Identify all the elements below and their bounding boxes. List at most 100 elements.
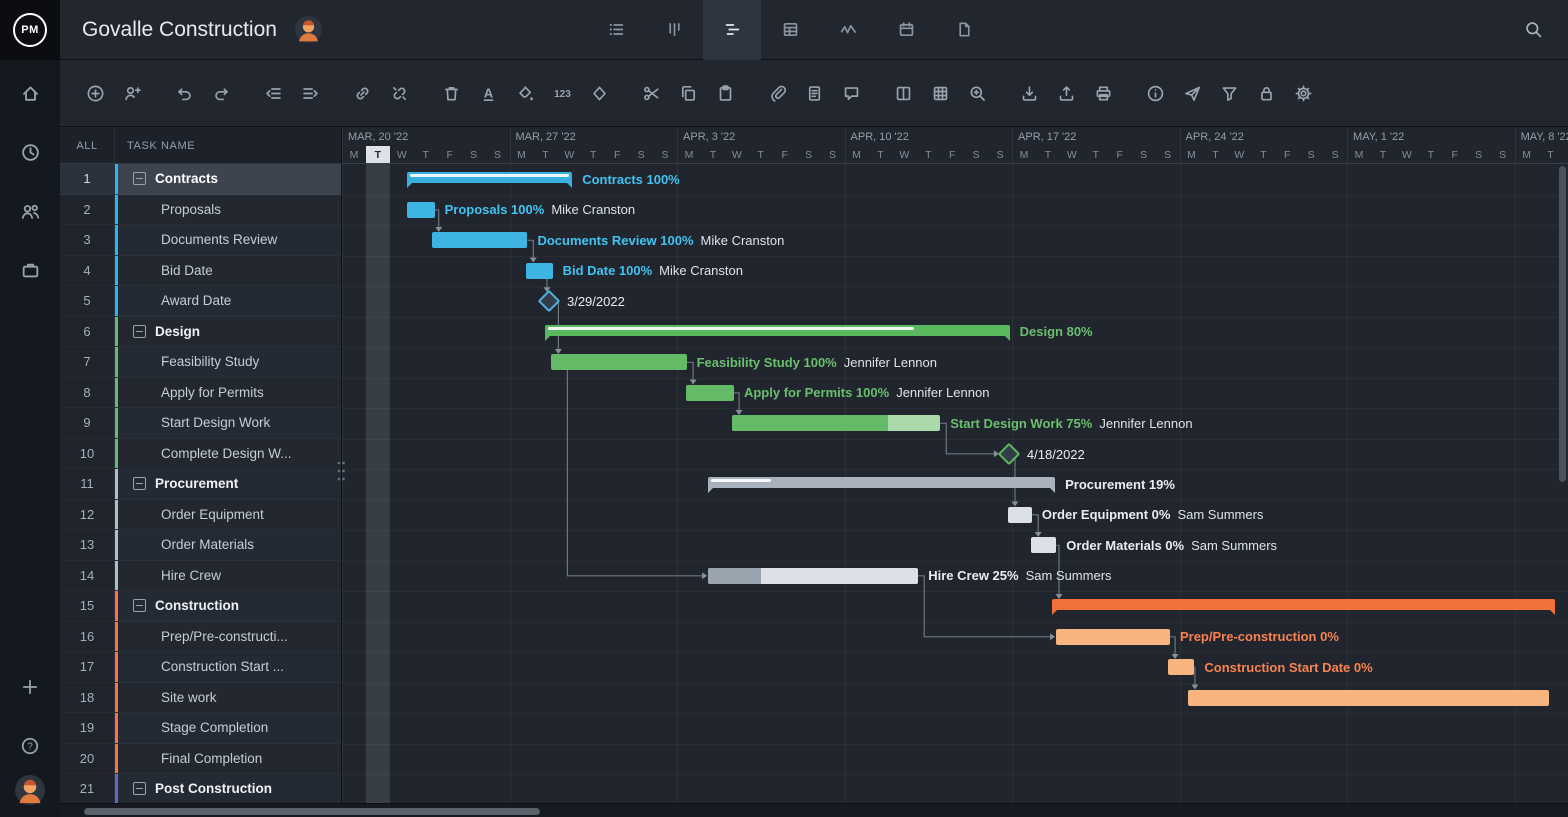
task-bar-18[interactable] [1188, 690, 1549, 706]
task-bar-17[interactable] [1168, 659, 1194, 675]
task-name-cell[interactable]: Stage Completion [115, 713, 341, 744]
summary-bar-15[interactable] [1052, 599, 1555, 610]
text-format-button[interactable]: A [477, 82, 499, 104]
task-name-cell[interactable]: Complete Design W... [115, 439, 341, 470]
task-name-cell[interactable]: Apply for Permits [115, 378, 341, 409]
task-name-cell[interactable]: Final Completion [115, 744, 341, 775]
task-bar-13[interactable] [1031, 537, 1056, 553]
task-row-1[interactable]: 1Contracts [60, 164, 341, 195]
task-name-cell[interactable]: Design [115, 317, 341, 348]
task-row-10[interactable]: 10Complete Design W... [60, 439, 341, 470]
task-name-cell[interactable]: Procurement [115, 469, 341, 500]
user-avatar[interactable] [15, 775, 45, 805]
user-plus-button[interactable] [121, 82, 143, 104]
task-bar-8[interactable] [686, 385, 734, 401]
task-row-15[interactable]: 15Construction [60, 591, 341, 622]
collapse-icon[interactable] [133, 477, 146, 490]
task-row-number[interactable]: 17 [60, 652, 115, 683]
task-name-cell[interactable]: Start Design Work [115, 408, 341, 439]
task-name-cell[interactable]: Prep/Pre-constructi... [115, 622, 341, 653]
task-name-cell[interactable]: Construction [115, 591, 341, 622]
task-row-number[interactable]: 2 [60, 195, 115, 226]
task-name-cell[interactable]: Order Equipment [115, 500, 341, 531]
task-row-number[interactable]: 12 [60, 500, 115, 531]
fill-color-button[interactable] [514, 82, 536, 104]
attach-button[interactable] [766, 82, 788, 104]
task-row-number[interactable]: 18 [60, 683, 115, 714]
tab-sheet-view[interactable] [761, 0, 819, 60]
task-row-16[interactable]: 16Prep/Pre-constructi... [60, 622, 341, 653]
rail-plus-button[interactable] [0, 657, 60, 716]
horizontal-scrollbar-thumb[interactable] [84, 808, 540, 815]
milestone-diamond-button[interactable] [588, 82, 610, 104]
task-row-number[interactable]: 10 [60, 439, 115, 470]
filter-button[interactable] [1218, 82, 1240, 104]
task-name-cell[interactable]: Site work [115, 683, 341, 714]
task-row-number[interactable]: 5 [60, 286, 115, 317]
task-name-cell[interactable]: Order Materials [115, 530, 341, 561]
export-button[interactable] [1055, 82, 1077, 104]
collapse-icon[interactable] [133, 782, 146, 795]
task-row-17[interactable]: 17Construction Start ... [60, 652, 341, 683]
search-button[interactable] [1498, 20, 1568, 39]
grid-header-all[interactable]: ALL [60, 128, 115, 163]
task-bar-14[interactable] [708, 568, 918, 584]
comment-button[interactable] [840, 82, 862, 104]
task-row-5[interactable]: 5Award Date [60, 286, 341, 317]
task-row-number[interactable]: 11 [60, 469, 115, 500]
task-row-number[interactable]: 1 [60, 164, 115, 195]
import-button[interactable] [1018, 82, 1040, 104]
print-button[interactable] [1092, 82, 1114, 104]
clipboard-button[interactable] [714, 82, 736, 104]
rail-clock-button[interactable] [0, 123, 60, 182]
numbers-button[interactable]: 123 [551, 82, 573, 104]
task-row-number[interactable]: 15 [60, 591, 115, 622]
task-row-9[interactable]: 9Start Design Work [60, 408, 341, 439]
task-name-cell[interactable]: Proposals [115, 195, 341, 226]
task-row-13[interactable]: 13Order Materials [60, 530, 341, 561]
summary-bar-1[interactable] [407, 172, 572, 183]
task-bar-16[interactable] [1056, 629, 1170, 645]
task-row-18[interactable]: 18Site work [60, 683, 341, 714]
indent-button[interactable] [299, 82, 321, 104]
summary-bar-11[interactable] [708, 477, 1055, 488]
task-name-cell[interactable]: Documents Review [115, 225, 341, 256]
task-row-8[interactable]: 8Apply for Permits [60, 378, 341, 409]
task-row-number[interactable]: 13 [60, 530, 115, 561]
task-name-cell[interactable]: Bid Date [115, 256, 341, 287]
project-owner-avatar[interactable] [295, 16, 322, 43]
task-row-number[interactable]: 20 [60, 744, 115, 775]
task-row-14[interactable]: 14Hire Crew [60, 561, 341, 592]
task-row-number[interactable]: 14 [60, 561, 115, 592]
task-name-cell[interactable]: Award Date [115, 286, 341, 317]
task-row-2[interactable]: 2Proposals [60, 195, 341, 226]
task-row-number[interactable]: 6 [60, 317, 115, 348]
gear-button[interactable] [1292, 82, 1314, 104]
zoom-in-button[interactable] [966, 82, 988, 104]
rail-home-button[interactable] [0, 64, 60, 123]
task-name-cell[interactable]: Construction Start ... [115, 652, 341, 683]
task-name-cell[interactable]: Post Construction [115, 774, 341, 805]
task-row-19[interactable]: 19Stage Completion [60, 713, 341, 744]
rail-help-button[interactable]: ? [0, 716, 60, 775]
task-row-number[interactable]: 3 [60, 225, 115, 256]
link-button[interactable] [351, 82, 373, 104]
tab-calendar-view[interactable] [877, 0, 935, 60]
task-row-number[interactable]: 19 [60, 713, 115, 744]
trash-button[interactable] [440, 82, 462, 104]
send-button[interactable] [1181, 82, 1203, 104]
task-row-12[interactable]: 12Order Equipment [60, 500, 341, 531]
notes-button[interactable] [803, 82, 825, 104]
task-bar-3[interactable] [432, 232, 528, 248]
outdent-button[interactable] [262, 82, 284, 104]
plus-circle-button[interactable] [84, 82, 106, 104]
grid-table-button[interactable] [929, 82, 951, 104]
task-row-number[interactable]: 16 [60, 622, 115, 653]
task-name-cell[interactable]: Contracts [115, 164, 341, 195]
rail-portfolio-button[interactable] [0, 241, 60, 300]
task-name-cell[interactable]: Feasibility Study [115, 347, 341, 378]
task-row-number[interactable]: 7 [60, 347, 115, 378]
lock-button[interactable] [1255, 82, 1277, 104]
vertical-scrollbar-thumb[interactable] [1559, 166, 1566, 482]
redo-button[interactable] [210, 82, 232, 104]
